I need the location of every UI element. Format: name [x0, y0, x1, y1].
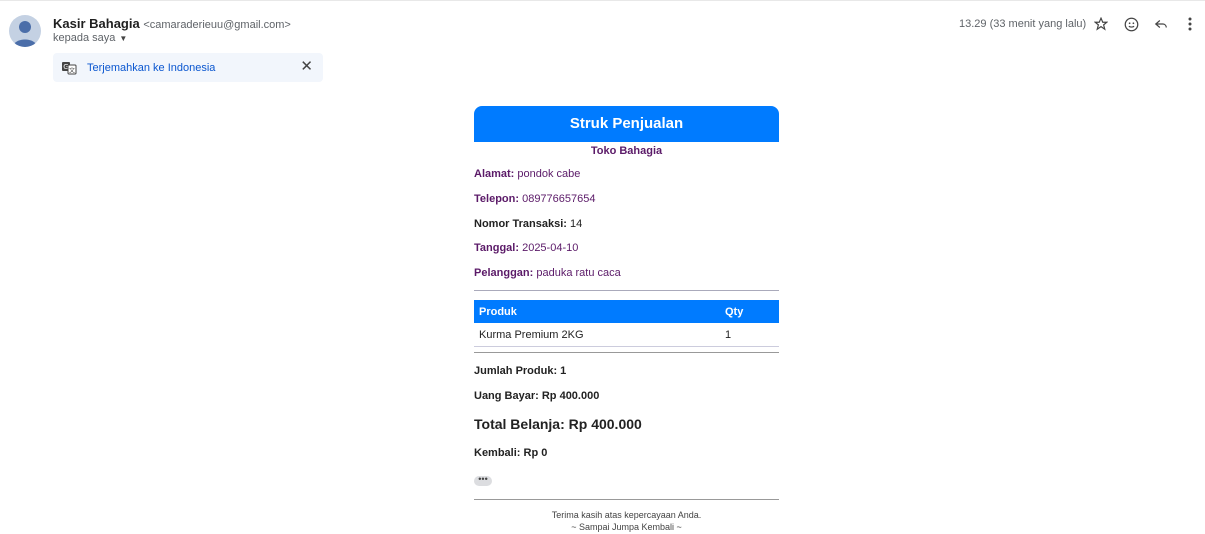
product-name: Kurma Premium 2KG	[479, 329, 584, 341]
recipient-toggle[interactable]: kepada saya ▼	[53, 32, 127, 44]
transaction-value: 14	[569, 218, 583, 230]
address-value: pondok cabe	[517, 168, 581, 180]
svg-text:文: 文	[69, 66, 75, 74]
uang-bayar: Uang Bayar: Rp 400.000	[474, 390, 600, 402]
translate-bar: G 文 Terjemahkan ke Indonesia ✕	[53, 53, 323, 82]
email-timestamp: 13.29 (33 menit yang lalu)	[959, 18, 1087, 30]
footer-line-2: ~ Sampai Jumpa Kembali ~	[571, 522, 682, 532]
divider	[474, 352, 779, 353]
column-header-qty: Qty	[725, 306, 744, 318]
address-label: Alamat:	[474, 168, 515, 180]
star-icon[interactable]	[1091, 14, 1111, 34]
sender-line: Kasir Bahagia <camaraderieuu@gmail.com>	[53, 16, 291, 31]
more-vert-icon[interactable]	[1180, 14, 1200, 34]
recipient-label: kepada saya	[53, 32, 116, 44]
customer-label: Pelanggan:	[474, 267, 534, 279]
customer-value: paduka ratu caca	[536, 267, 621, 279]
column-header-product: Produk	[479, 306, 517, 318]
date-label: Tanggal:	[474, 242, 520, 254]
phone-field: Telepon: 089776657654	[474, 193, 596, 205]
show-trimmed-content-button[interactable]: •••	[474, 475, 492, 486]
close-icon[interactable]: ✕	[300, 59, 313, 75]
table-row: Kurma Premium 2KG 1	[474, 323, 779, 347]
transaction-label: Nomor Transaksi:	[474, 218, 567, 230]
phone-value[interactable]: 089776657654	[522, 193, 595, 205]
address-field: Alamat: pondok cabe	[474, 168, 580, 180]
jumlah-produk: Jumlah Produk: 1	[474, 365, 567, 377]
total-belanja: Total Belanja: Rp 400.000	[474, 416, 642, 432]
customer-field: Pelanggan: paduka ratu caca	[474, 267, 621, 279]
receipt: Struk Penjualan Toko Bahagia Alamat: pon…	[474, 106, 779, 532]
translate-link[interactable]: Terjemahkan ke Indonesia	[87, 62, 215, 74]
sender-email: <camaraderieuu@gmail.com>	[143, 19, 291, 31]
product-table-header: Produk Qty	[474, 300, 779, 323]
sender-avatar[interactable]	[9, 15, 41, 47]
top-divider	[0, 0, 1205, 1]
product-qty: 1	[725, 329, 732, 341]
receipt-title: Struk Penjualan	[474, 106, 779, 142]
sender-name[interactable]: Kasir Bahagia	[53, 16, 140, 31]
phone-label: Telepon:	[474, 193, 520, 205]
transaction-field: Nomor Transaksi: 14	[474, 218, 582, 230]
date-value: 2025-04-10	[522, 242, 579, 254]
divider	[474, 290, 779, 291]
caret-down-icon: ▼	[119, 33, 128, 43]
translate-icon: G 文	[62, 61, 77, 74]
divider	[474, 499, 779, 500]
receipt-footer: Terima kasih atas kepercayaan Anda. ~ Sa…	[474, 509, 779, 533]
person-icon	[13, 21, 37, 47]
kembali: Kembali: Rp 0	[474, 447, 548, 459]
date-field: Tanggal: 2025-04-10	[474, 242, 578, 254]
emoji-icon[interactable]	[1121, 14, 1141, 34]
store-name: Toko Bahagia	[590, 145, 663, 157]
footer-line-1: Terima kasih atas kepercayaan Anda.	[551, 510, 702, 520]
reply-icon[interactable]	[1151, 14, 1171, 34]
